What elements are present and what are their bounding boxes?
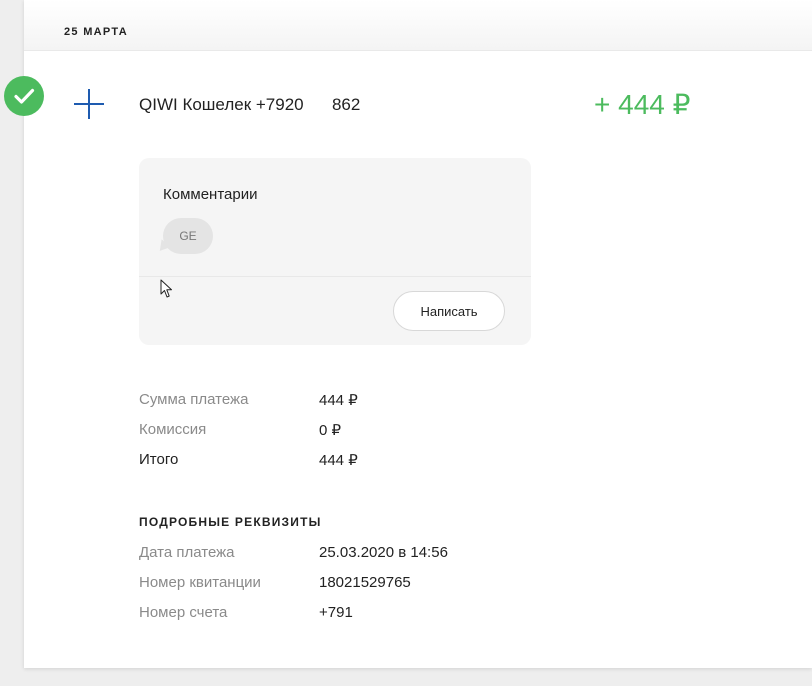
details-section-title: ПОДРОБНЫЕ РЕКВИЗИТЫ bbox=[139, 515, 322, 529]
mouse-cursor-icon bbox=[160, 279, 172, 298]
details-label: Номер счета bbox=[139, 604, 228, 621]
summary-label: Итого bbox=[139, 451, 179, 468]
details-label: Дата платежа bbox=[139, 544, 235, 561]
comments-title: Комментарии bbox=[163, 186, 258, 203]
check-icon bbox=[4, 76, 44, 116]
date-label: 25 МАРТА bbox=[64, 26, 128, 38]
transaction-title: QIWI Кошелек +7920 862 bbox=[139, 95, 361, 114]
summary-label: Комиссия bbox=[139, 421, 207, 438]
date-header: 25 МАРТА bbox=[24, 0, 812, 51]
details-value: +791 bbox=[319, 604, 353, 621]
plus-icon bbox=[74, 89, 104, 119]
summary-value: 444 ₽ bbox=[319, 392, 358, 409]
comments-divider bbox=[139, 276, 531, 277]
summary-label: Сумма платежа bbox=[139, 391, 249, 408]
comments-panel: Комментарии GE Написать bbox=[139, 158, 531, 345]
summary-value: 444 ₽ bbox=[319, 452, 358, 469]
transaction-amount: + 444 ₽ bbox=[594, 89, 691, 120]
write-comment-button[interactable]: Написать bbox=[393, 291, 505, 331]
summary-value: 0 ₽ bbox=[319, 422, 342, 439]
comment-bubble[interactable]: GE bbox=[163, 218, 213, 254]
details-label: Номер квитанции bbox=[139, 574, 261, 591]
details-value: 18021529765 bbox=[319, 574, 411, 591]
details-value: 25.03.2020 в 14:56 bbox=[319, 544, 448, 561]
